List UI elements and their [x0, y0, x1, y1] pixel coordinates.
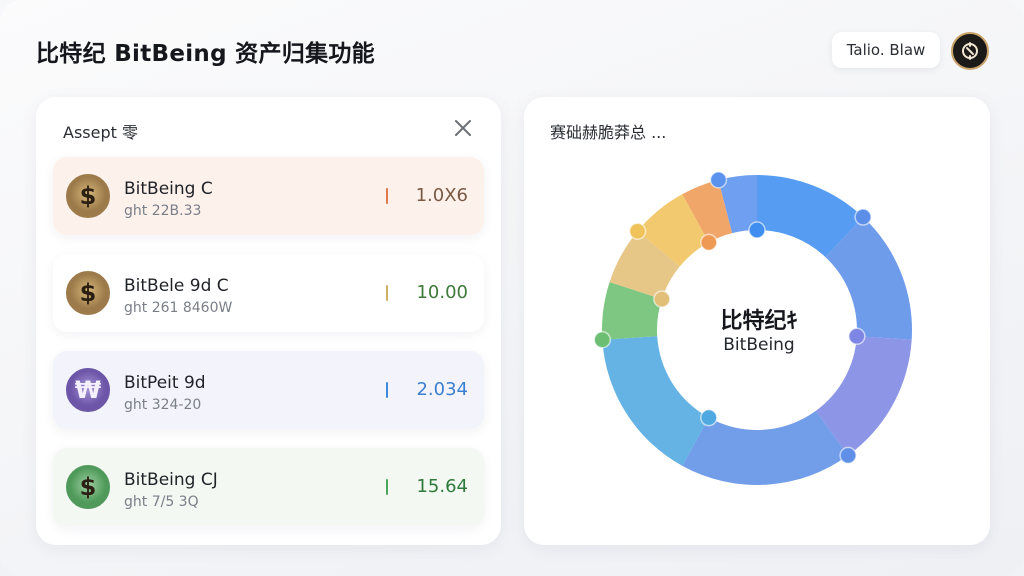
w-coin-icon: ₩: [66, 368, 110, 412]
donut-joint-dot: [839, 446, 857, 465]
dollar-coin-icon: $: [66, 465, 110, 509]
asset-row[interactable]: ₩ BitPeit 9d ght 324-20 2.034: [53, 351, 484, 429]
chart-panel: 赛础赫脆莽总 ... 比特纪ｷ BitBeing: [524, 97, 990, 545]
donut-joint-dot: [854, 208, 872, 226]
chart-center-title: 比特纪ｷ: [720, 309, 798, 334]
close-button[interactable]: [450, 115, 476, 141]
close-icon: [455, 120, 471, 136]
donut-joint-dot: [700, 408, 718, 427]
asset-panel: Assept 零 $ BitBeing C ght 22B.33 1.0X6 $…: [36, 97, 501, 545]
asset-name: BitBeing C: [124, 179, 213, 199]
asset-name: BitBele 9d C: [124, 276, 229, 296]
asset-value: 2.034: [416, 379, 468, 400]
donut-joint-dot: [848, 327, 866, 346]
donut-joint-dot: [748, 221, 766, 239]
coin-slash-icon: [962, 42, 978, 60]
dollar-coin-icon: $: [66, 271, 110, 315]
asset-accent-bar: [386, 285, 388, 301]
asset-subtext: ght 22B.33: [124, 203, 202, 219]
donut-joint-dot: [593, 330, 612, 349]
asset-row[interactable]: $ BitBeing CJ ght 7/5 3Q 15.64: [53, 448, 484, 526]
chart-center-subtitle: BitBeing: [723, 335, 795, 355]
donut-joint-dot: [628, 222, 647, 240]
asset-accent-bar: [386, 479, 388, 495]
asset-accent-bar: [386, 188, 388, 204]
donut-joint-dot: [700, 233, 718, 252]
asset-subtext: ght 261 8460W: [124, 300, 233, 316]
asset-value: 15.64: [416, 476, 468, 497]
asset-value: 10.00: [416, 282, 468, 303]
asset-accent-bar: [386, 382, 388, 398]
donut-slice[interactable]: [602, 336, 709, 466]
donut-joint-dot: [709, 171, 728, 189]
dollar-coin-icon: $: [66, 174, 110, 218]
asset-row[interactable]: $ BitBele 9d C ght 261 8460W 10.00: [53, 254, 484, 332]
asset-name: BitPeit 9d: [124, 373, 206, 393]
app-window: 比特纪 BitBeing 资产归集功能 Talio. Blaw Assept 零…: [0, 0, 1024, 576]
user-account-button[interactable]: Talio. Blaw: [832, 32, 940, 68]
asset-value: 1.0X6: [415, 185, 468, 206]
asset-subtext: ght 7/5 3Q: [124, 494, 199, 510]
brand-logo-icon[interactable]: [951, 32, 989, 70]
page-title: 比特纪 BitBeing 资产归集功能: [36, 41, 375, 67]
asset-subtext: ght 324-20: [124, 397, 202, 413]
donut-joint-dot: [653, 290, 671, 308]
asset-name: BitBeing CJ: [124, 470, 218, 490]
asset-row[interactable]: $ BitBeing C ght 22B.33 1.0X6: [53, 157, 484, 235]
asset-panel-title: Assept 零: [63, 123, 138, 142]
